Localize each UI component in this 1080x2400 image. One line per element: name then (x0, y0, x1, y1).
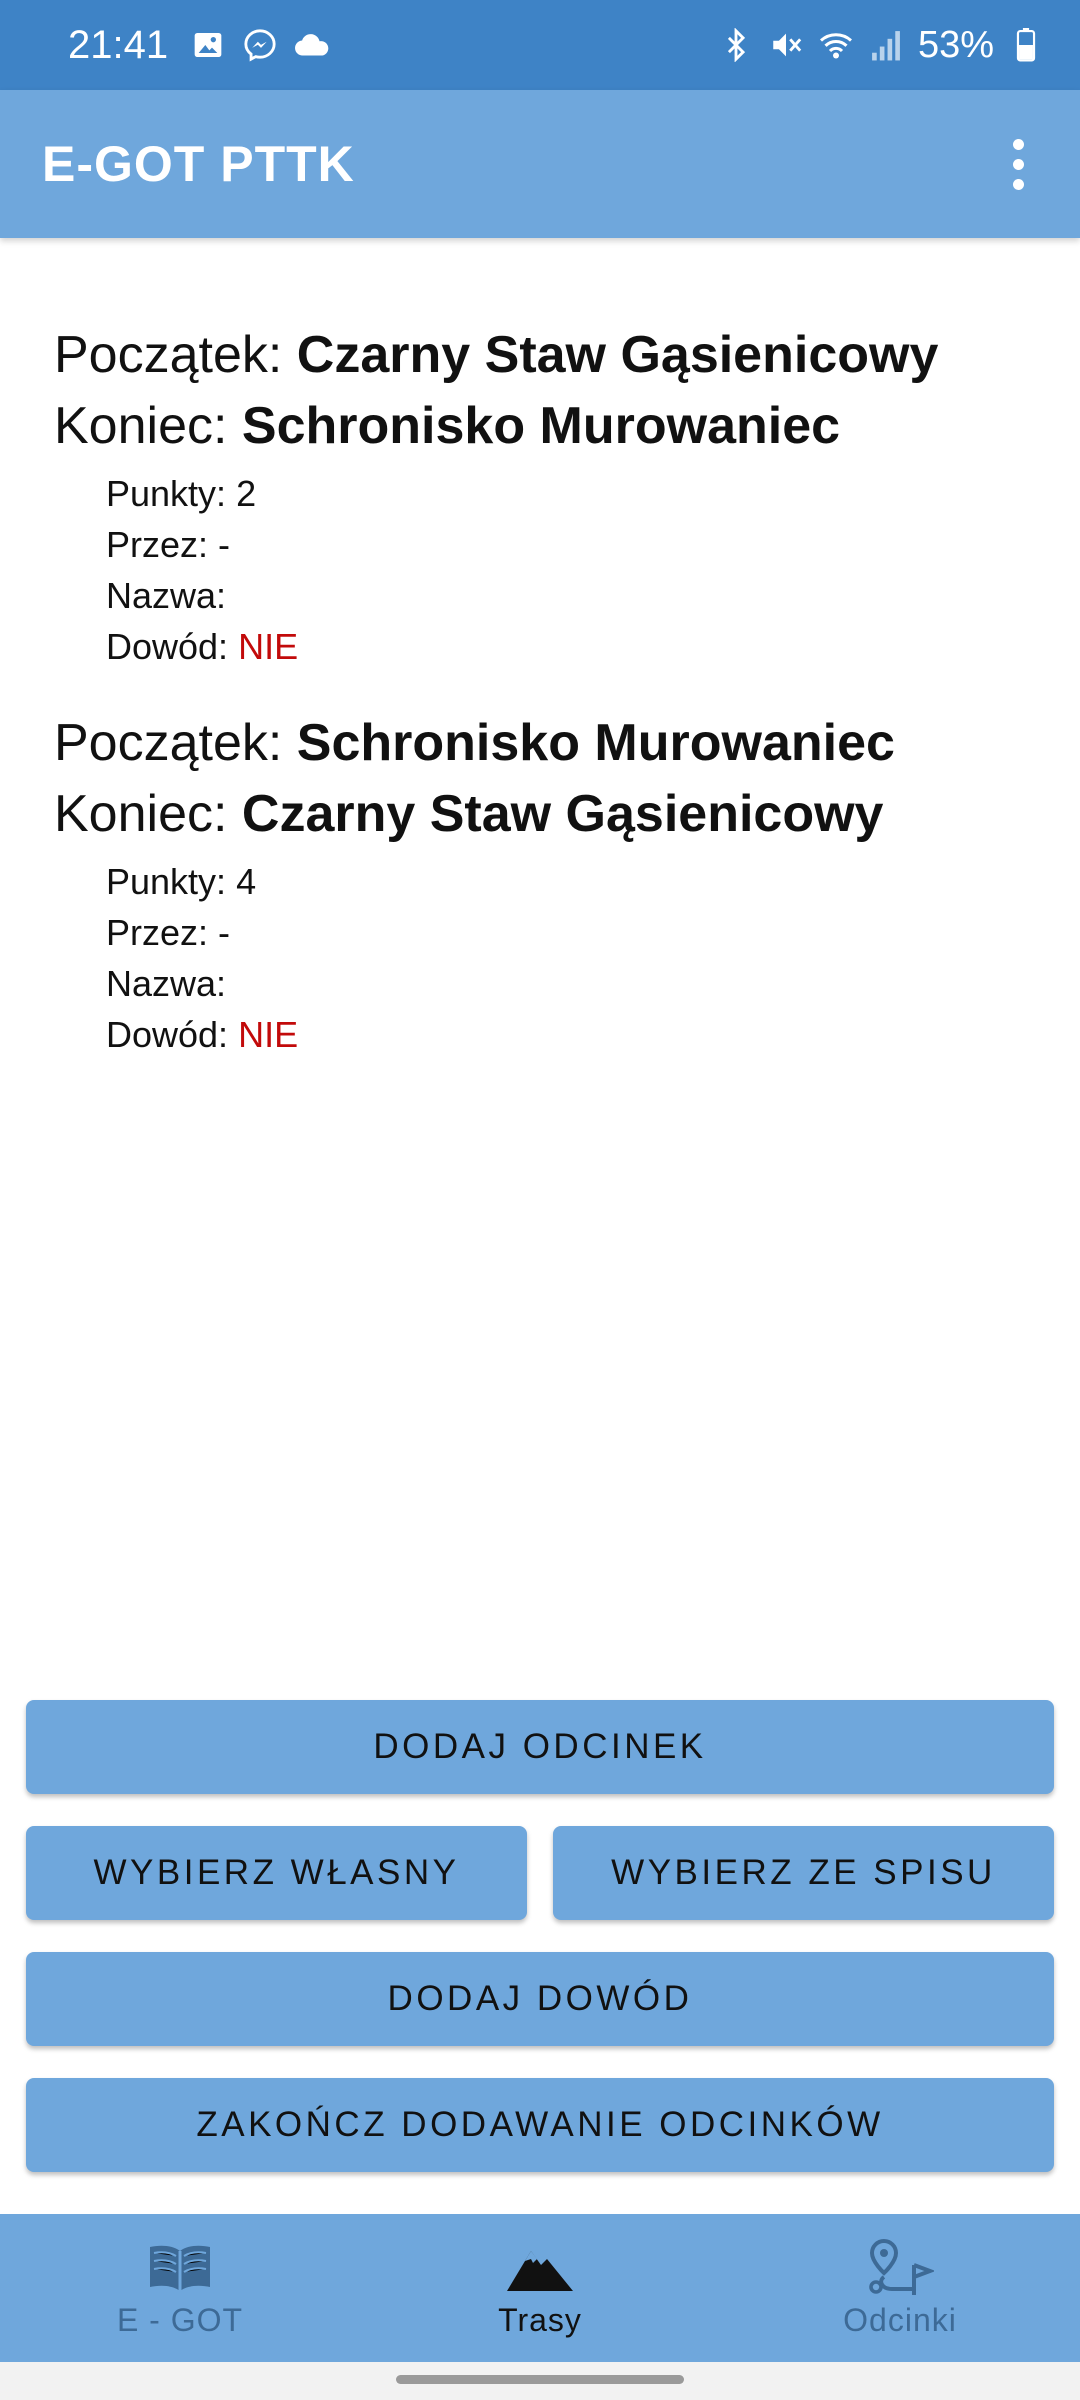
segment-start: Początek: Schronisko Murowaniec (54, 708, 1080, 779)
via-row: Przez: - (106, 519, 1080, 570)
start-value: Czarny Staw Gąsienicowy (296, 326, 939, 384)
battery-icon (1008, 27, 1044, 63)
proof-value: NIE (238, 1014, 299, 1055)
segment-end: Koniec: Czarny Staw Gąsienicowy (54, 779, 1080, 850)
proof-row: Dowód: NIE (106, 621, 1080, 672)
mute-icon (768, 27, 804, 63)
app-title: E-GOT PTTK (42, 136, 355, 192)
add-segment-button[interactable]: DODAJ ODCINEK (26, 1700, 1054, 1794)
bluetooth-icon (718, 27, 754, 63)
segment-details: Punkty: 4 Przez: - Nazwa: Dowód: NIE (54, 856, 1080, 1060)
app-bar: E-GOT PTTK (0, 90, 1080, 238)
via-label: Przez: (106, 524, 209, 565)
segment-end: Koniec: Schronisko Murowaniec (54, 391, 1080, 462)
start-value: Schronisko Murowaniec (296, 714, 895, 772)
nav-item-egot[interactable]: E - GOT (0, 2214, 360, 2362)
wifi-icon (818, 27, 854, 63)
status-time: 21:41 (68, 22, 169, 67)
nav-label-egot: E - GOT (116, 2301, 244, 2338)
nav-label-odcinki: Odcinki (843, 2301, 957, 2338)
cloud-icon (294, 27, 330, 63)
segment-details: Punkty: 2 Przez: - Nazwa: Dowód: NIE (54, 468, 1080, 672)
points-value: 4 (236, 861, 257, 902)
choose-from-list-button[interactable]: WYBIERZ ZE SPISU (553, 1826, 1054, 1920)
route-icon (865, 2238, 935, 2298)
end-value: Schronisko Murowaniec (241, 397, 841, 455)
via-row: Przez: - (106, 907, 1080, 958)
status-left: 21:41 (68, 23, 330, 68)
book-icon (145, 2238, 215, 2298)
mountain-icon (505, 2238, 575, 2298)
nav-item-trasy[interactable]: Trasy (360, 2214, 720, 2362)
battery-percent: 53% (917, 23, 994, 66)
start-label: Początek: (54, 714, 283, 772)
end-label: Koniec: (54, 397, 228, 455)
choose-own-button[interactable]: WYBIERZ WŁASNY (26, 1826, 527, 1920)
points-row: Punkty: 4 (106, 856, 1080, 907)
messenger-icon (242, 27, 278, 63)
status-bar: 21:41 53% (0, 0, 1080, 90)
end-value: Czarny Staw Gąsienicowy (241, 785, 884, 843)
nav-label-trasy: Trasy (498, 2301, 582, 2338)
proof-value: NIE (238, 626, 299, 667)
name-row: Nazwa: (106, 958, 1080, 1009)
proof-label: Dowód: (106, 1014, 229, 1055)
points-row: Punkty: 2 (106, 468, 1080, 519)
start-label: Początek: (54, 326, 283, 384)
points-label: Punkty: (106, 861, 227, 902)
status-right: 53% (718, 24, 1044, 67)
via-value: - (218, 524, 231, 565)
via-label: Przez: (106, 912, 209, 953)
signal-icon (868, 27, 904, 63)
image-icon (190, 27, 226, 63)
name-row: Nazwa: (106, 570, 1080, 621)
bottom-navigation: E - GOT Trasy Odcinki (0, 2214, 1080, 2362)
via-value: - (218, 912, 231, 953)
more-vertical-icon[interactable] (998, 134, 1038, 194)
segment-item: Początek: Schronisko Murowaniec Koniec: … (0, 708, 1080, 1060)
nav-item-odcinki[interactable]: Odcinki (720, 2214, 1080, 2362)
points-value: 2 (236, 473, 257, 514)
name-label: Nazwa: (106, 963, 227, 1004)
home-gesture-handle[interactable] (396, 2375, 684, 2384)
gesture-navigation-area (0, 2362, 1080, 2400)
proof-label: Dowód: (106, 626, 229, 667)
finish-adding-button[interactable]: ZAKOŃCZ DODAWANIE ODCINKÓW (26, 2078, 1054, 2172)
name-label: Nazwa: (106, 575, 227, 616)
segment-start: Początek: Czarny Staw Gąsienicowy (54, 320, 1080, 391)
points-label: Punkty: (106, 473, 227, 514)
add-proof-button[interactable]: DODAJ DOWÓD (26, 1952, 1054, 2046)
segments-list: Początek: Czarny Staw Gąsienicowy Koniec… (0, 238, 1080, 1060)
segment-item: Początek: Czarny Staw Gąsienicowy Koniec… (0, 320, 1080, 672)
proof-row: Dowód: NIE (106, 1009, 1080, 1060)
end-label: Koniec: (54, 785, 228, 843)
